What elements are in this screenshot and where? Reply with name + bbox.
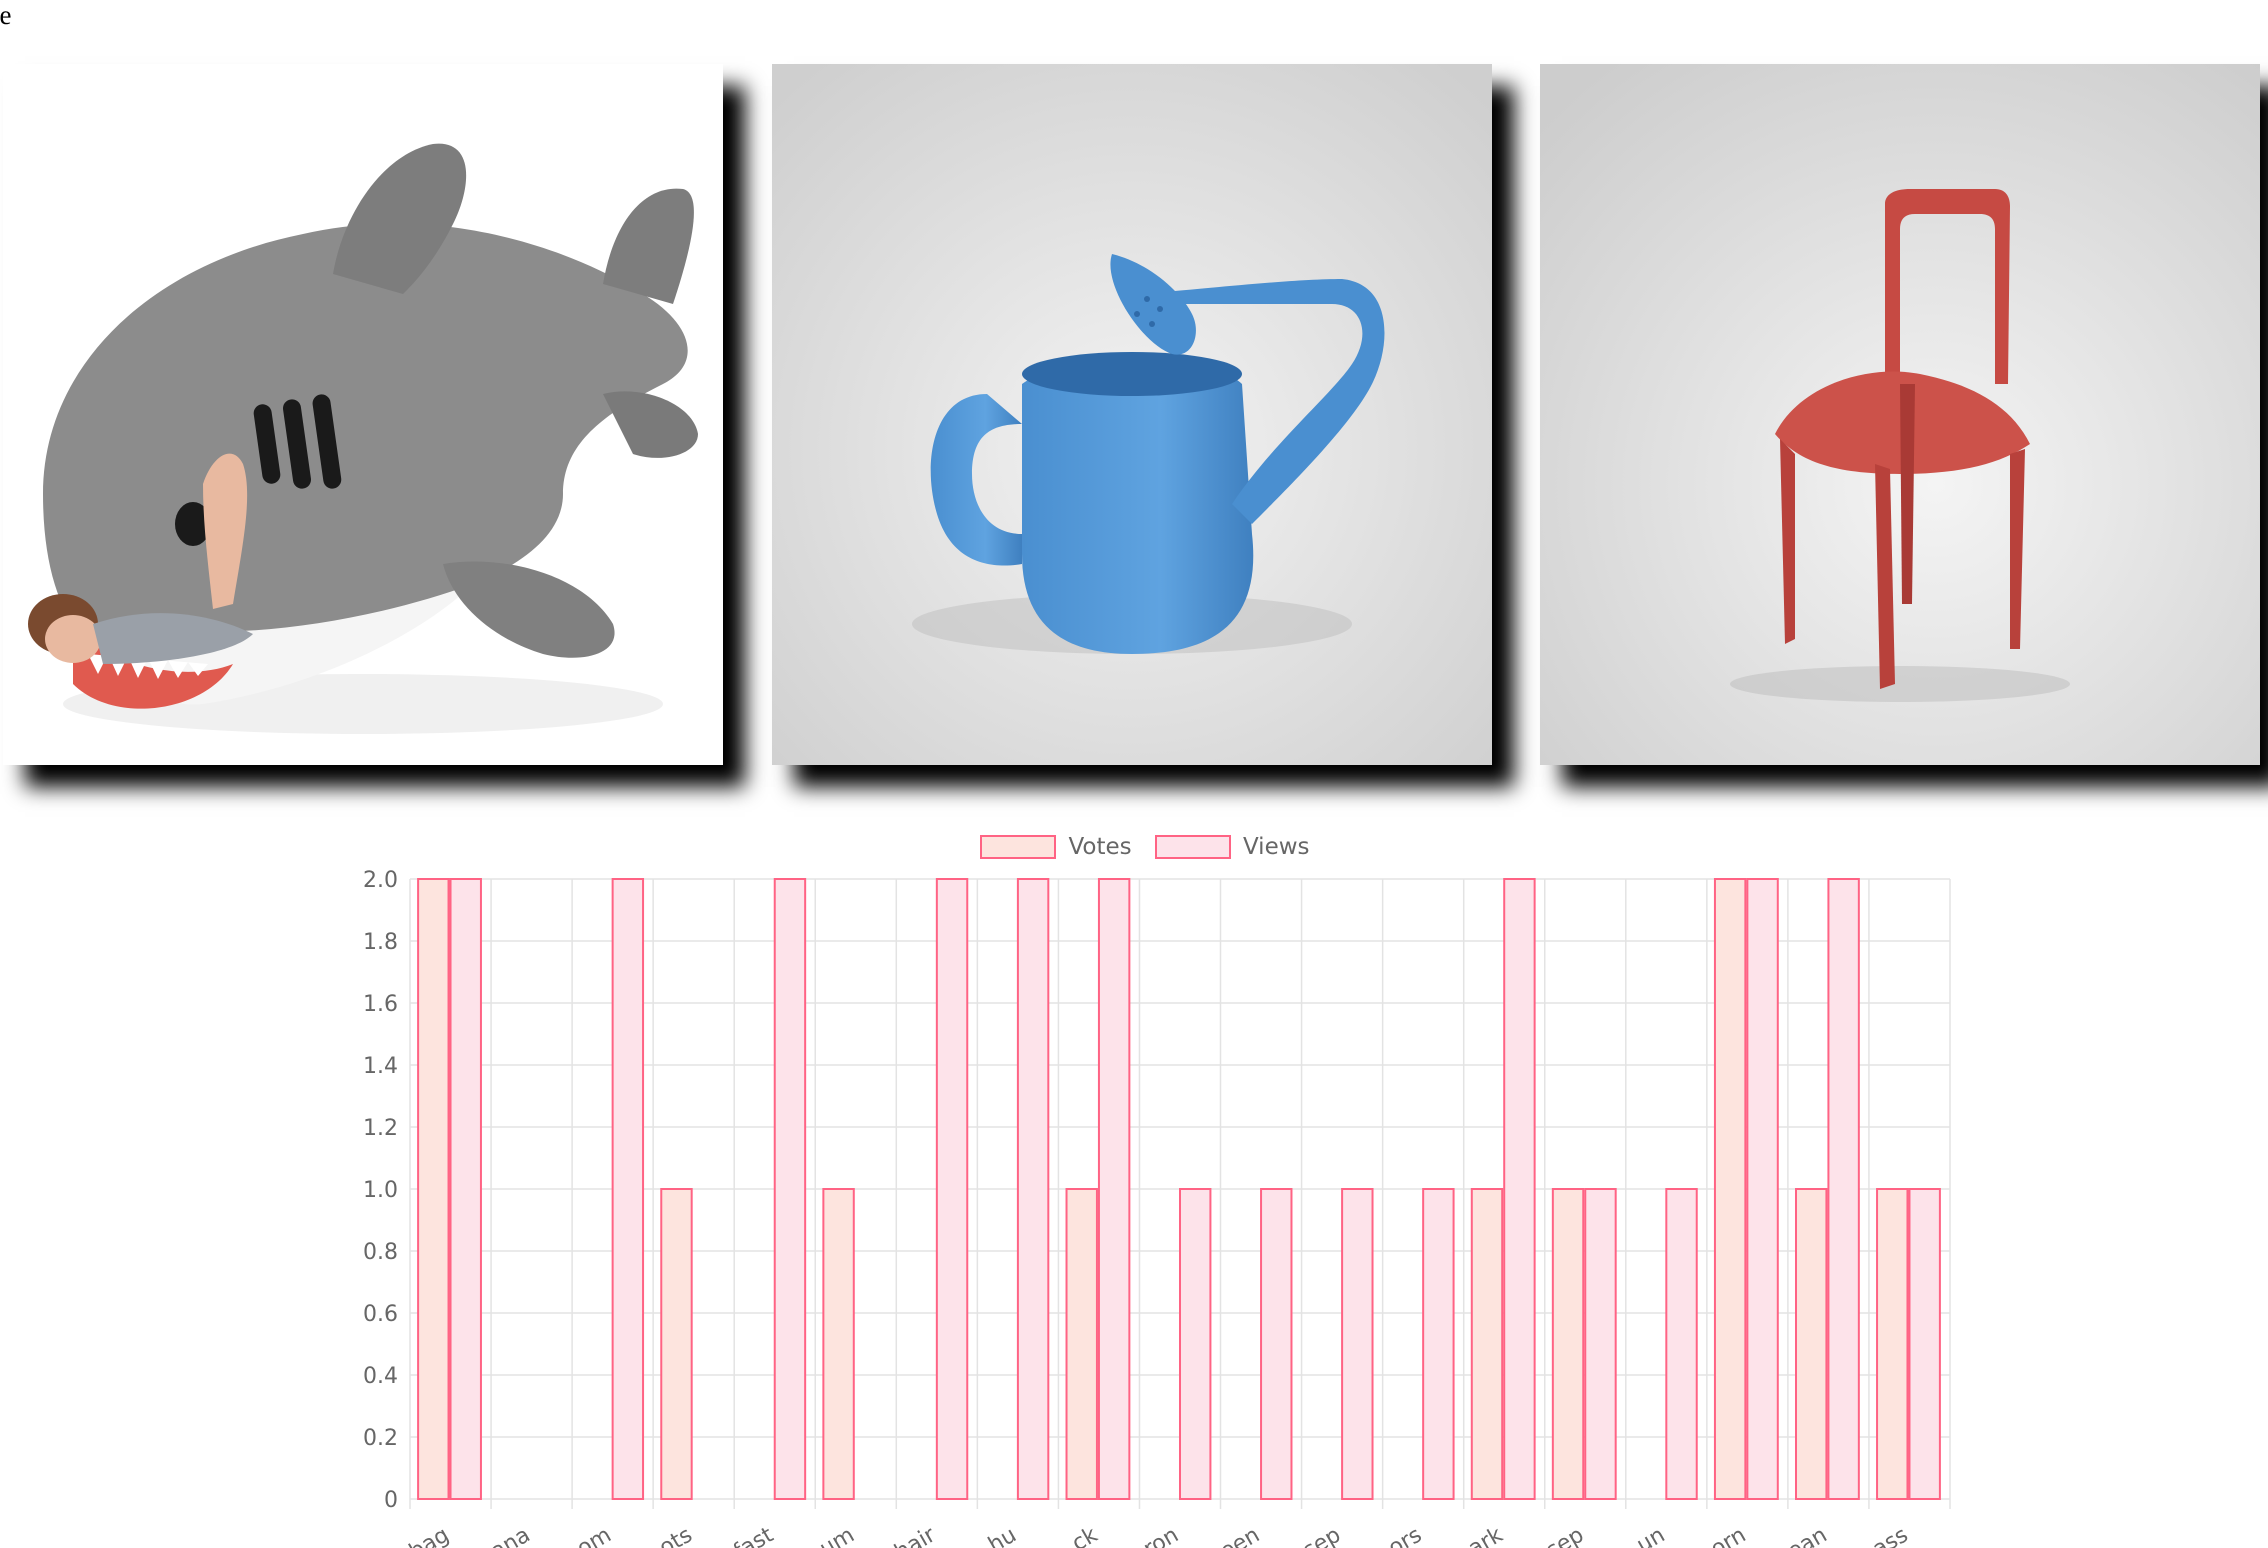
shark-sleeping-bag-image — [3, 64, 723, 765]
page: ge — [0, 0, 2268, 1548]
bar-views — [1584, 1188, 1617, 1500]
x-tick-label: ots — [655, 1523, 697, 1548]
bar-views — [1503, 878, 1536, 1500]
x-tick-label: ors — [1384, 1523, 1426, 1548]
y-tick-label: 1.2 — [363, 1116, 398, 1141]
y-tick-label: 1.4 — [363, 1054, 398, 1079]
x-tick-label: fast — [729, 1522, 778, 1548]
votes-views-chart: Votes Views 0 0.2 0.4 0.6 0.8 1.0 1.2 1.4 1.6 1.8… — [330, 820, 1960, 1548]
bar-views — [1908, 1188, 1941, 1500]
gallery-card-red-chair[interactable] — [1540, 64, 2260, 765]
chart-plot-area: 0 0.2 0.4 0.6 0.8 1.0 1.2 1.4 1.6 1.8 2.0 bag ana om o… — [363, 868, 1951, 1548]
bar-votes — [1551, 1188, 1585, 1500]
x-tick-label: ron — [1139, 1523, 1183, 1548]
y-tick-label: 0.2 — [363, 1426, 398, 1451]
gallery-card-watering-can[interactable] — [772, 64, 1492, 765]
x-tick-label: een — [1216, 1523, 1264, 1548]
bar-views — [1827, 878, 1860, 1500]
bar-views — [611, 878, 645, 1500]
bar-views — [1179, 1188, 1212, 1500]
page-header-text: ge — [0, 0, 12, 30]
y-tick-label: 1.8 — [363, 930, 398, 955]
bar-views — [1016, 878, 1050, 1500]
watering-can-image — [772, 64, 1492, 765]
y-tick-label: 1.6 — [363, 992, 398, 1017]
x-tick-label: sep — [1299, 1523, 1345, 1548]
x-tick-label: sep — [1542, 1523, 1588, 1548]
bar-views — [1260, 1188, 1293, 1500]
bar-views — [1422, 1188, 1455, 1500]
y-tick-label: 2.0 — [363, 868, 398, 893]
bar-votes — [822, 1188, 855, 1500]
x-tick-label: orn — [1707, 1523, 1751, 1548]
x-tick-label: hair — [890, 1522, 940, 1548]
x-tick-label: un — [1633, 1523, 1670, 1548]
x-tick-label: ana — [487, 1523, 535, 1548]
bar-votes — [1876, 1188, 1909, 1500]
bar-views — [1665, 1188, 1698, 1500]
bar-votes — [1795, 1188, 1828, 1500]
bar-views — [935, 878, 969, 1500]
bar-views — [1097, 878, 1131, 1500]
y-tick-label: 0.4 — [363, 1364, 398, 1389]
bar-votes — [660, 1188, 693, 1500]
y-tick-label: 0.8 — [363, 1240, 398, 1265]
x-tick-label: ark — [1464, 1522, 1507, 1548]
x-tick-label: um — [816, 1523, 859, 1548]
bar-views — [773, 878, 807, 1500]
y-tick-label: 1.0 — [363, 1178, 398, 1203]
y-tick-label: 0 — [384, 1488, 398, 1513]
bar-views — [1341, 1188, 1374, 1500]
y-tick-label: 0.6 — [363, 1302, 398, 1327]
bar-votes — [1065, 1188, 1098, 1500]
x-tick-label: ass — [1868, 1523, 1912, 1548]
x-tick-label: ean — [1783, 1523, 1831, 1548]
red-chair-image — [1540, 64, 2260, 765]
bar-votes — [417, 878, 450, 1500]
x-tick-label: ck — [1068, 1522, 1102, 1548]
x-tick-label: hu — [984, 1523, 1021, 1548]
bar-votes — [1470, 1188, 1504, 1500]
bar-views — [1746, 878, 1779, 1500]
x-tick-label: om — [573, 1523, 616, 1548]
x-tick-label: bag — [405, 1523, 453, 1548]
bar-views — [449, 878, 482, 1500]
gallery-card-shark[interactable] — [3, 64, 723, 765]
bar-votes — [1713, 878, 1747, 1500]
